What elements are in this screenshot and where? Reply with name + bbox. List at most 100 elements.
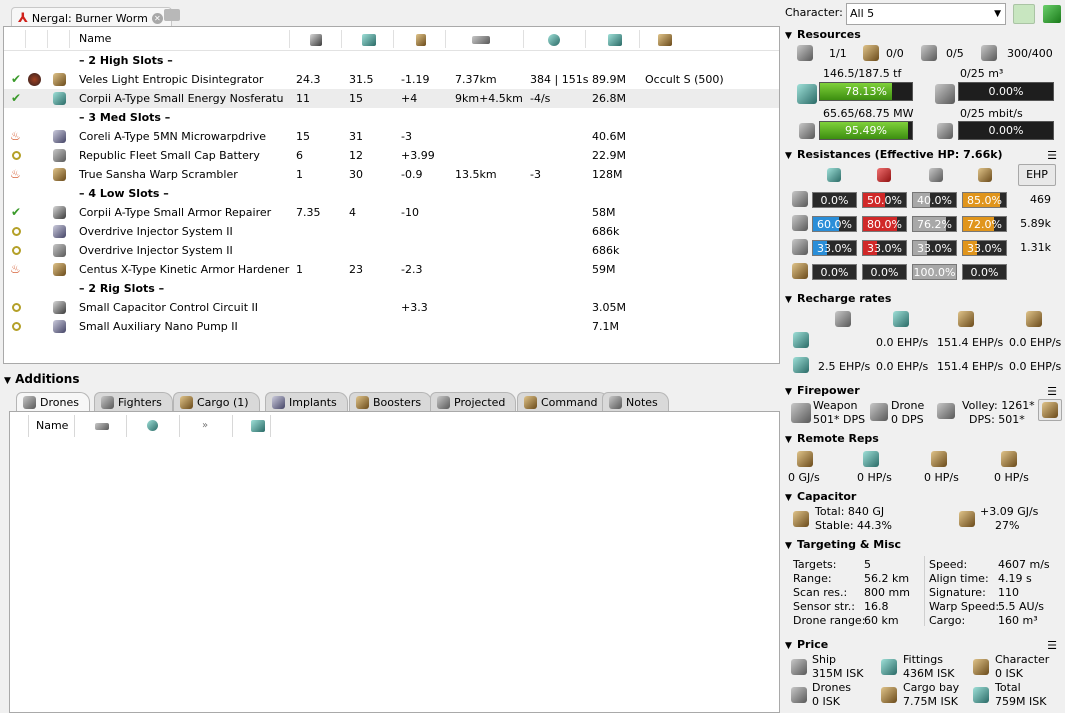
slot-header[interactable]: – 2 High Slots –	[4, 51, 779, 70]
state-overheat-icon[interactable]: ♨	[10, 165, 21, 184]
cpu-text: 146.5/187.5 tf	[823, 67, 902, 80]
module-row[interactable]: Overdrive Injector System II 686k	[4, 241, 779, 260]
targeting-header[interactable]: ▼ Targeting & Misc	[783, 537, 1065, 553]
module-row[interactable]: Republic Fleet Small Cap Battery 6 12 +3.99…	[4, 146, 779, 165]
capacitor-total: Total: 840 GJ	[815, 505, 885, 518]
stat-label: Speed:	[929, 558, 968, 571]
recharge-header[interactable]: ▼ Recharge rates	[783, 291, 1065, 307]
module-icon	[53, 130, 66, 143]
module-name: Overdrive Injector System II	[79, 225, 233, 238]
state-offline-icon[interactable]	[12, 227, 21, 236]
volley-icon	[937, 403, 955, 419]
col-charges[interactable]	[524, 30, 586, 48]
col-state[interactable]	[10, 415, 29, 437]
close-tab-icon[interactable]: ✕	[151, 13, 163, 24]
module-c3: -10	[401, 206, 419, 219]
col-price[interactable]	[586, 30, 640, 48]
module-c6: 89.9M	[592, 73, 626, 86]
module-row[interactable]: ♨ True Sansha Warp Scrambler 1 30 -0.9 13.5km…	[4, 165, 779, 184]
resistances-title: Resistances (Effective HP: 7.66k)	[797, 148, 1003, 161]
resist-value: 76.2%	[917, 218, 952, 231]
resist-cell: 0.0%	[812, 264, 857, 280]
col-name[interactable]: Name	[29, 415, 75, 437]
drone-label: Drone	[891, 399, 925, 412]
refresh-character-button[interactable]	[1013, 4, 1035, 24]
tab-notes[interactable]: Notes	[602, 392, 669, 412]
powergrid-icon	[799, 123, 815, 139]
new-tab-icon[interactable]	[164, 9, 180, 21]
state-offline-icon[interactable]	[12, 151, 21, 160]
col-name[interactable]: Name	[70, 30, 290, 48]
tab-implants[interactable]: Implants	[265, 392, 348, 412]
drone-icon	[870, 403, 888, 421]
price-label: Fittings	[903, 653, 943, 666]
character-sheet-icon[interactable]	[1043, 5, 1061, 23]
state-online-icon[interactable]: ✔	[11, 70, 21, 89]
shield-layer-icon	[792, 191, 808, 207]
tab-drones[interactable]: Drones	[16, 392, 90, 412]
menu-icon[interactable]: ☰	[1047, 149, 1057, 162]
additions-header[interactable]: ▼ Additions	[4, 372, 79, 386]
col-ammo[interactable]	[640, 30, 779, 48]
resist-value: 0.0%	[820, 194, 849, 207]
col-range[interactable]	[446, 30, 524, 48]
module-row[interactable]: ✔ Corpii A-Type Small Armor Repairer 7.35 4…	[4, 203, 779, 222]
col-state[interactable]	[4, 30, 26, 48]
module-row[interactable]: Small Capacitor Control Circuit II +3.3 3.…	[4, 298, 779, 317]
col-meta[interactable]	[26, 30, 48, 48]
stat-value: 4.19 s	[998, 572, 1032, 585]
ehp-toggle-button[interactable]: EHP	[1018, 164, 1056, 186]
tab-projected[interactable]: Projected	[430, 392, 517, 412]
stat-label: Align time:	[929, 572, 989, 585]
state-online-icon[interactable]: ✔	[11, 89, 21, 108]
col-capacitor[interactable]	[394, 30, 446, 48]
resources-header[interactable]: ▼ Resources	[783, 27, 1065, 43]
tab-cargo[interactable]: Cargo (1)	[173, 392, 260, 412]
col-cpu[interactable]	[290, 30, 342, 48]
slot-header[interactable]: – 2 Rig Slots –	[4, 279, 779, 298]
state-offline-icon[interactable]	[12, 246, 21, 255]
tab-fighters[interactable]: Fighters	[94, 392, 173, 412]
remote-reps-header[interactable]: ▼ Remote Reps	[783, 431, 1065, 447]
fit-tab-title: Nergal: Burner Worm	[31, 12, 148, 25]
module-row[interactable]: ✔ Veles Light Entropic Disintegrator 24.3 3…	[4, 70, 779, 89]
price-header[interactable]: ▼ Price	[783, 637, 1065, 653]
price-value: 315M ISK	[812, 667, 864, 680]
state-offline-icon[interactable]	[12, 322, 21, 331]
state-overheat-icon[interactable]: ♨	[10, 260, 21, 279]
damage-pattern-button[interactable]	[1038, 399, 1062, 421]
remote-hull-icon	[1001, 451, 1017, 467]
col-velocity[interactable]: »	[180, 415, 233, 437]
stat-label: Targets:	[793, 558, 837, 571]
recharge-passive-hull: 0.0 EHP/s	[1009, 336, 1062, 349]
module-row[interactable]: Overdrive Injector System II 686k	[4, 222, 779, 241]
state-online-icon[interactable]: ✔	[11, 203, 21, 222]
col-speed[interactable]	[127, 415, 180, 437]
recharge-passive-shield: 0.0 EHP/s	[876, 336, 929, 349]
menu-icon[interactable]: ☰	[1047, 639, 1057, 652]
state-offline-icon[interactable]	[12, 303, 21, 312]
col-price[interactable]	[233, 415, 271, 437]
firepower-header[interactable]: ▼ Firepower	[783, 383, 1065, 399]
col-range[interactable]	[75, 415, 127, 437]
price-value: 0 ISK	[812, 695, 840, 708]
slot-header[interactable]: – 3 Med Slots –	[4, 108, 779, 127]
col-powergrid[interactable]	[342, 30, 394, 48]
col-icon[interactable]	[48, 30, 70, 48]
slot-header[interactable]: – 4 Low Slots –	[4, 184, 779, 203]
capacitor-stable: Stable: 44.3%	[815, 519, 892, 532]
fit-tab[interactable]: ⅄ Nergal: Burner Worm ✕	[11, 7, 172, 27]
module-row[interactable]: ♨ Centus X-Type Kinetic Armor Hardener 1 23…	[4, 260, 779, 279]
resistances-header[interactable]: ▼ Resistances (Effective HP: 7.66k)	[783, 147, 1065, 163]
capacitor-header[interactable]: ▼ Capacitor	[783, 489, 1065, 505]
menu-icon[interactable]: ☰	[1047, 385, 1057, 398]
character-select[interactable]: All 5 ▼	[846, 3, 1006, 25]
capacitor-icon	[793, 511, 809, 527]
module-row[interactable]: Small Auxiliary Nano Pump II 7.1M	[4, 317, 779, 336]
module-row[interactable]: ✔ Corpii A-Type Small Energy Nosferatu 11 1…	[4, 89, 779, 108]
tab-command[interactable]: Command	[517, 392, 609, 412]
state-overheat-icon[interactable]: ♨	[10, 127, 21, 146]
tab-boosters[interactable]: Boosters	[349, 392, 433, 412]
module-row[interactable]: ♨ Coreli A-Type 5MN Microwarpdrive 15 31 -3 4…	[4, 127, 779, 146]
resist-cell: 33.0%	[912, 240, 957, 256]
